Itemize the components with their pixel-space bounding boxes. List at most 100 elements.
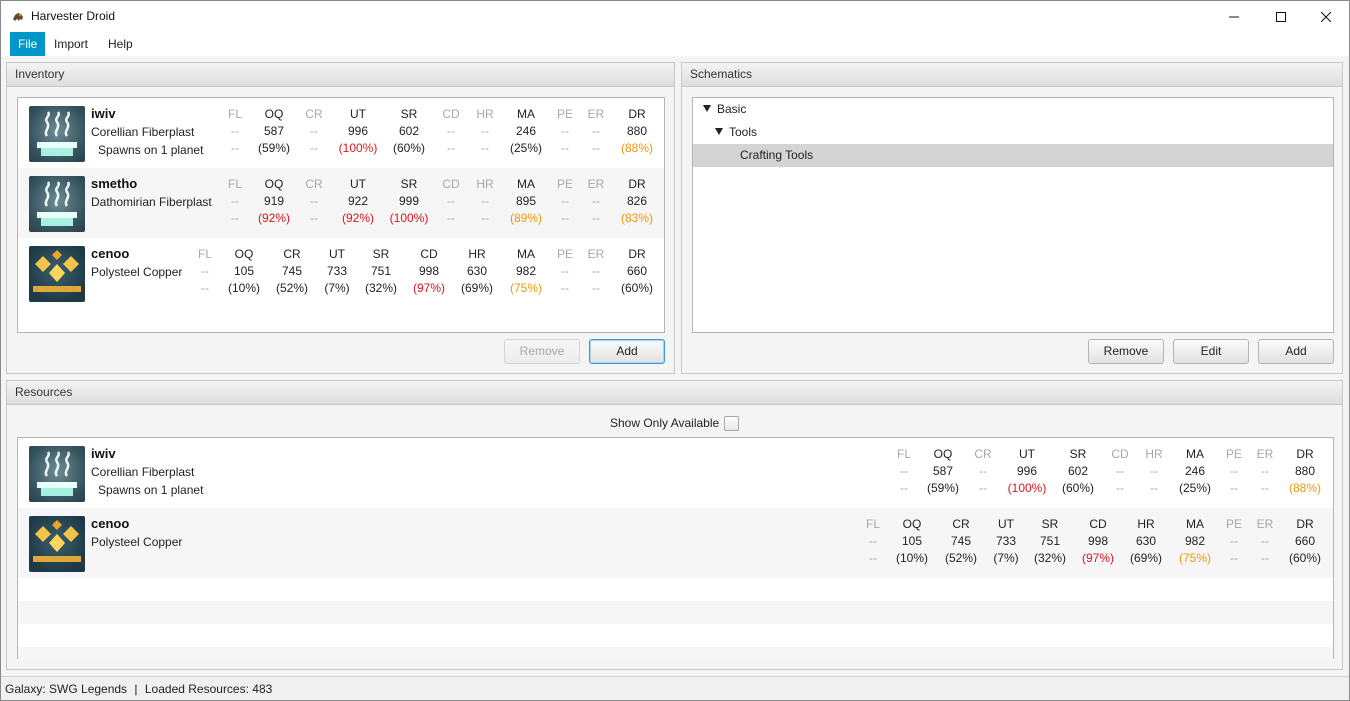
minimize-icon[interactable] [1211,1,1257,32]
resources-header: Resources [7,381,1342,405]
schematics-header: Schematics [682,63,1342,87]
copper-icon [29,516,85,572]
stat-value: 996 [1016,464,1038,478]
stat-cr: CR 745 (52%) [936,516,986,567]
resource-type: Polysteel Copper [91,265,183,279]
tree-item-crafting-tools[interactable]: Crafting Tools [693,144,1333,167]
empty-row [18,624,1333,647]
stat-header: DR [628,177,646,191]
resource-row[interactable]: iwiv Corellian Fiberplast Spawns on 1 plan… [18,98,664,168]
stat-header: OQ [902,517,922,531]
expand-triangle-icon[interactable] [703,105,711,112]
stat-value: 630 [1135,534,1157,548]
stat-percent: (100%) [1007,481,1047,495]
resource-row[interactable]: cenoo Polysteel Copper FL -- -- OQ 105 (10%) CR 7… [18,238,664,308]
schematics-tree[interactable]: Basic Tools Crafting Tools [692,97,1334,333]
stat-value: 922 [347,194,369,208]
stat-header: UT [1019,447,1035,461]
stat-sr: SR 751 (32%) [1025,516,1075,567]
resource-name: iwiv [91,446,116,461]
stat-cr: CR 745 (52%) [267,246,317,297]
tree-item-tools[interactable]: Tools [693,121,1333,144]
stat-percent: (97%) [412,281,445,295]
stat-header: UT [350,107,366,121]
expand-triangle-icon[interactable] [715,128,723,135]
resource-type: Corellian Fiberplast [91,125,195,139]
stat-header: CD [1089,517,1107,531]
stat-percent: (60%) [620,281,653,295]
schematics-edit-button[interactable]: Edit [1173,339,1249,364]
inventory-panel: Inventory iwiv Corellian Fiberplast Spawns… [6,62,675,374]
stat-header: DR [1296,447,1314,461]
stat-header: CR [974,447,992,461]
window-title: Harvester Droid [31,9,116,23]
stat-value: 998 [1087,534,1109,548]
stat-header: SR [1041,517,1059,531]
empty-row [18,578,1333,601]
resource-type: Corellian Fiberplast [91,465,195,479]
stat-value: 733 [326,264,348,278]
stat-hr: HR 630 (69%) [452,246,502,297]
stat-percent: (60%) [1288,551,1321,565]
status-bar: Galaxy: SWG Legends | Loaded Resources: … [1,676,1349,700]
fiberplast-icon [29,446,85,502]
resource-name: cenoo [91,246,130,261]
menu-bar: File Import Help [0,31,1350,56]
stat-header: UT [329,247,345,261]
stat-percent: (32%) [364,281,397,295]
schematics-add-button[interactable]: Add [1258,339,1334,364]
menu-import[interactable]: Import [46,32,96,56]
stat-value: 105 [233,264,255,278]
stat-value: 630 [466,264,488,278]
maximize-icon[interactable] [1258,1,1304,32]
stat-cr: CR -- -- [289,106,339,157]
stat-header: UT [998,517,1014,531]
inventory-add-button[interactable]: Add [589,339,665,364]
status-separator: | [134,682,138,696]
status-loaded-resources: Loaded Resources: 483 [144,682,273,696]
stat-value: 751 [1039,534,1061,548]
stat-value: 998 [418,264,440,278]
stat-header: CR [283,247,301,261]
menu-file[interactable]: File [10,32,46,56]
stat-percent: (7%) [993,551,1019,565]
empty-row [18,647,1333,659]
stat-cd: CD 998 (97%) [404,246,454,297]
resources-list[interactable]: iwiv Corellian Fiberplast Spawns on 1 plan… [17,437,1334,659]
stat-cr: CR -- -- [289,176,339,227]
show-only-available-label: Show Only Available [610,416,720,430]
stat-ut: UT 996 (100%) [1002,446,1052,497]
stat-value: 105 [901,534,923,548]
stat-percent: (83%) [620,211,653,225]
stat-value: -- [310,194,318,208]
resource-row[interactable]: cenoo Polysteel Copper FL -- -- OQ 105 (10%) CR 7… [18,508,1333,578]
stat-cr: CR -- -- [958,446,1008,497]
inventory-remove-button[interactable]: Remove [504,339,580,364]
tree-item-label: Crafting Tools [740,148,814,162]
status-galaxy: Galaxy: SWG Legends [5,682,128,696]
resources-panel: Resources Show Only Available iwiv Corell… [6,380,1343,670]
stat-percent: (100%) [338,141,378,155]
resource-spawn-info: Spawns on 1 planet [98,483,204,497]
resource-row[interactable]: iwiv Corellian Fiberplast Spawns on 1 plan… [18,438,1333,508]
stat-dr: DR 880 (88%) [1280,446,1330,497]
title-bar: Harvester Droid [0,0,1350,31]
resource-name: cenoo [91,516,130,531]
stat-sr: SR 751 (32%) [356,246,406,297]
tree-item-basic[interactable]: Basic [693,98,1333,121]
stat-header: HR [468,247,486,261]
stat-percent: (69%) [1129,551,1162,565]
resource-row[interactable]: smetho Dathomirian Fiberplast FL -- -- OQ 919(… [18,168,664,238]
stat-header: DR [1296,517,1314,531]
show-only-available-checkbox[interactable] [724,416,739,431]
inventory-list[interactable]: iwiv Corellian Fiberplast Spawns on 1 plan… [17,97,665,333]
stat-ut: UT 733 (7%) [981,516,1031,567]
harvester-droid-icon [13,13,23,21]
stat-value: 996 [347,124,369,138]
stat-ut: UT 996 (100%) [333,106,383,157]
resource-spawn-info: Spawns on 1 planet [98,143,204,157]
stat-header: CR [952,517,970,531]
schematics-remove-button[interactable]: Remove [1088,339,1164,364]
menu-help[interactable]: Help [100,32,141,56]
close-icon[interactable] [1303,1,1349,32]
